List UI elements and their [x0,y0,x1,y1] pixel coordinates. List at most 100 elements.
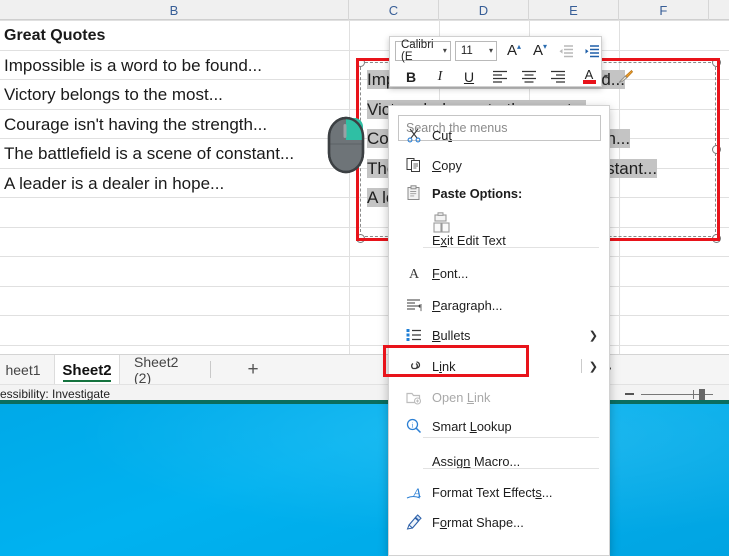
column-header-label: D [478,2,489,18]
italic-button[interactable]: I [429,66,451,88]
menu-item-label: Link [432,358,456,374]
chevron-right-icon[interactable]: ❯ [589,329,598,342]
menu-item-cut[interactable]: Cut [390,121,610,149]
sheet-tab-heet1[interactable]: heet1 [0,355,54,385]
column-header-b[interactable]: B [0,0,349,20]
menu-item-label: Smart Lookup [432,418,512,434]
increase-indent-icon[interactable] [581,40,603,62]
column-header-c[interactable]: C [349,0,439,20]
column-header-f[interactable]: F [619,0,709,20]
smart-lookup-icon: i [404,416,424,436]
menu-item-open-link: Open Link [390,383,610,411]
menu-item-format-text-effects[interactable]: A Format Text Effects... [390,478,610,506]
menu-item-label: Cut [432,127,452,143]
menu-item-exit-edit-text[interactable]: Exit Edit Text [390,226,610,254]
column-header-label: C [388,2,399,18]
column-header-d[interactable]: D [439,0,529,20]
open-link-icon [404,387,424,407]
font-name-value: Calibri (E [401,38,434,63]
paste-keep-source-formatting-button[interactable] [431,212,455,236]
bullets-icon [404,325,424,345]
context-menu[interactable]: Search the menus Cut Copy Paste Options: Ex… [388,105,610,556]
menu-item-link[interactable]: Link ❯ [390,352,610,380]
menu-item-copy[interactable]: Copy [390,151,610,179]
cell-b1[interactable]: Great Quotes [4,21,105,50]
window-bottom-edge [0,400,729,404]
bold-button[interactable]: B [400,66,422,88]
resize-handle-top-right[interactable] [712,58,721,67]
decrease-indent-icon[interactable] [555,40,577,62]
font-size-combo[interactable]: 11 ▾ [454,40,497,61]
menu-item-label: Bullets [432,327,471,343]
screen: B C D E F Great Quotes Impossible is a word t… [0,0,729,556]
desktop-background [0,404,729,556]
underline-button[interactable]: U [458,66,480,88]
shrink-font-icon[interactable]: A ▾ [529,40,551,62]
add-sheet-button[interactable]: + [238,355,268,385]
menu-separator [423,468,599,469]
text-effects-icon: A [404,482,424,502]
menu-item-font[interactable]: A Font... [390,259,610,287]
chevron-down-icon[interactable]: ▾ [443,46,447,55]
menu-separator [423,437,599,438]
resize-handle-middle-right[interactable] [712,145,721,154]
sheet-tab-label: Sheet2 [62,361,112,379]
copy-icon [404,155,424,175]
menu-item-smart-lookup[interactable]: i Smart Lookup [390,412,610,440]
menu-item-label: Open Link [432,389,491,405]
cell-b6[interactable]: A leader is a dealer in hope... [4,169,224,198]
cell-b2[interactable]: Impossible is a word to be found... [4,51,262,80]
column-header-e[interactable]: E [529,0,619,20]
zoom-midpoint [693,390,694,399]
link-icon [404,356,424,376]
sheet-tab-bar: heet1 Sheet2 Sheet2 (2) + ❯ [0,354,729,386]
menu-item-format-shape[interactable]: Format Shape... [390,508,610,536]
chevron-down-icon[interactable]: ▾ [489,46,493,55]
clipboard-icon [404,183,424,203]
mini-format-toolbar[interactable]: Calibri (E ▾ 11 ▾ A ▴ A ▾ B I U A ▾ [389,36,633,88]
menu-item-divider [581,359,582,373]
paragraph-icon: ¶ [404,295,424,315]
cell-b3[interactable]: Victory belongs to the most... [4,80,223,109]
column-header-label: B [169,2,179,18]
cell-b5[interactable]: The battlefield is a scene of constant..… [4,139,294,168]
resize-handle-bottom-left[interactable] [356,234,365,243]
align-center-button[interactable] [518,66,540,88]
resize-handle-bottom-right[interactable] [712,234,721,243]
font-name-combo[interactable]: Calibri (E ▾ [395,38,451,63]
grid-column-line [349,20,350,354]
svg-text:A: A [409,267,420,281]
sheet-tab-sheet2[interactable]: Sheet2 [54,355,120,385]
font-icon: A [404,263,424,283]
svg-text:i: i [412,422,414,430]
menu-item-label: Assign Macro... [432,453,521,469]
mouse-cursor-graphic [327,116,365,174]
sheet-tab-sheet2-2[interactable]: Sheet2 (2) [124,354,208,386]
active-tab-underline [63,379,111,382]
align-right-button[interactable] [547,66,569,88]
format-painter-button[interactable] [614,66,636,88]
align-left-button[interactable] [489,66,511,88]
accessibility-status[interactable]: essibility: Investigate [0,387,110,401]
chevron-right-icon[interactable]: ❯ [589,360,598,373]
column-header-label: E [569,2,578,18]
resize-handle-top-left[interactable] [356,58,365,67]
menu-item-paste-options[interactable]: Paste Options: [390,179,610,207]
font-color-button[interactable]: A [578,66,600,88]
menu-item-paragraph[interactable]: ¶ Paragraph... [390,291,610,319]
sheet-tab-label: heet1 [5,362,41,378]
desktop-sheen [0,404,729,556]
grow-font-icon[interactable]: A ▴ [503,40,525,62]
menu-item-label: Copy [432,157,462,173]
menu-item-label: Format Text Effects... [432,484,553,500]
font-color-chevron-down-icon[interactable]: ▾ [604,72,608,81]
menu-item-label: Paragraph... [432,297,503,313]
menu-item-assign-macro[interactable]: Assign Macro... [390,447,610,475]
column-header-row: B C D E F [0,0,729,20]
zoom-out-button[interactable] [625,393,634,395]
menu-item-bullets[interactable]: Bullets ❯ [390,321,610,349]
menu-item-label: Paste Options: [432,185,523,201]
svg-text:¶: ¶ [419,303,423,312]
menu-item-label: Font... [432,265,469,281]
cell-b4[interactable]: Courage isn't having the strength... [4,110,267,139]
